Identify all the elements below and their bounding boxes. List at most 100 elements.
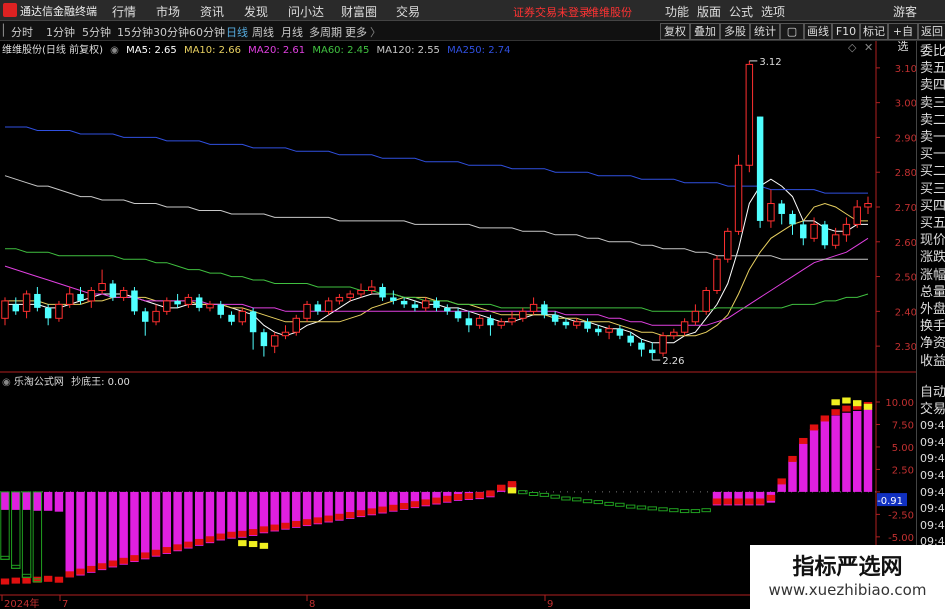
candle-body [281, 331, 290, 337]
sub-bar-green [582, 499, 593, 504]
menu-item-discover[interactable]: 发现 [244, 3, 268, 20]
period-daily[interactable]: 日线 [226, 24, 248, 40]
candle [1, 297, 9, 326]
menu-item-layout[interactable]: 版面 [697, 3, 721, 20]
candle [670, 328, 678, 340]
sub-bar-green [593, 500, 604, 505]
candle-body [217, 304, 224, 315]
sub-bar-magenta [141, 491, 150, 560]
candle [562, 318, 570, 329]
sub-bar-green [701, 508, 711, 513]
period-intraday[interactable]: 分时 [11, 24, 33, 40]
menu-item-market[interactable]: 市场 [156, 3, 180, 20]
menu-item-function[interactable]: 功能 [665, 3, 689, 20]
sub-bar-magenta [184, 491, 193, 549]
candle-body [702, 289, 710, 312]
candle [217, 300, 224, 319]
sub-bar-magenta [33, 491, 42, 511]
watermark-url: www.xuezhibiao.com [768, 581, 927, 599]
candle-body [421, 300, 430, 309]
candle [357, 283, 365, 298]
overlay-button[interactable]: 叠加 [690, 23, 720, 40]
candle [131, 287, 138, 315]
menu-item-news[interactable]: 资讯 [200, 3, 224, 20]
candle-body [163, 300, 171, 312]
trade-login-link[interactable]: 证券交易未登录 [513, 4, 590, 20]
subchart-dropdown-icon[interactable]: ◉ [2, 377, 11, 388]
period-5min[interactable]: 5分钟 [82, 24, 111, 40]
quote-label: 卖二 [920, 112, 945, 128]
sub-y-tick-label: -5.00 [888, 533, 914, 544]
period-60min[interactable]: 60分钟 [189, 24, 225, 40]
sub-y-tick-label: 5.00 [892, 443, 914, 454]
adjust-button[interactable]: 复权 [660, 23, 690, 40]
back-button[interactable]: 返回 [918, 23, 945, 40]
draw-icon-button[interactable]: ▢ [780, 23, 804, 40]
quote-label: 卖一 [920, 130, 945, 145]
sub-bar-green [572, 497, 582, 502]
candle-body [649, 349, 656, 354]
menu-item-quotes[interactable]: 行情 [112, 3, 136, 20]
stats-button[interactable]: 统计 [750, 23, 780, 40]
menu-item-wealth[interactable]: 财富圈 [341, 3, 377, 20]
sub-bar-magenta [43, 491, 53, 511]
sub-bar-magenta [853, 410, 862, 492]
kline-chart: 3.12 2.26 [1, 57, 872, 367]
add-watchlist-button[interactable]: +自选 [888, 23, 918, 53]
candle-body [680, 321, 689, 333]
candle [421, 297, 430, 312]
auto-trade-label: 自动 [920, 385, 945, 400]
quote-label: 卖四 [920, 78, 945, 94]
sub-bar-red [842, 405, 851, 412]
candle [368, 280, 376, 294]
sub-bar-red [723, 498, 732, 505]
menu-item-guest[interactable]: 游客 [893, 3, 917, 20]
candle-body [314, 304, 322, 312]
menu-item-trade[interactable]: 交易 [396, 3, 420, 20]
menu-item-formula[interactable]: 公式 [729, 3, 753, 20]
candle-body [454, 311, 462, 319]
candle-body [1, 300, 9, 319]
period-30min[interactable]: 30分钟 [153, 24, 189, 40]
period-weekly[interactable]: 周线 [252, 24, 274, 40]
period-multi[interactable]: 多周期 [309, 24, 342, 40]
sub-y-tick-label: 10.00 [885, 398, 914, 409]
stock-name-link[interactable]: 维维股份 [588, 4, 632, 20]
sub-bar-magenta [820, 419, 830, 492]
sub-bar-red [734, 498, 743, 505]
menu-item-options[interactable]: 选项 [761, 3, 785, 20]
candle [724, 227, 732, 263]
sub-bar-red [777, 478, 786, 485]
candle [529, 297, 538, 315]
multi-stock-button[interactable]: 多股 [720, 23, 750, 40]
mark-button[interactable]: 标记 [860, 23, 888, 40]
sub-bar-green [615, 502, 625, 507]
candle [324, 297, 333, 315]
candle-body [260, 332, 268, 347]
candle-body [142, 311, 149, 322]
candle [497, 318, 505, 329]
f10-button[interactable]: F10 [832, 23, 860, 40]
more-chevron-icon[interactable]: 〉 [370, 24, 381, 40]
time-label: 09:44 [920, 502, 945, 516]
chart-canvas[interactable]: 3.10 3.00 2.90 2.80 2.70 2.60 2.50 2.40 2.30 10.0… [0, 41, 916, 609]
candle-body [270, 335, 279, 347]
x-tick-label: 2024年 [4, 597, 39, 609]
time-label: 09:44 [920, 419, 945, 433]
period-monthly[interactable]: 月线 [281, 24, 303, 40]
menu-item-ask[interactable]: 问小达 [288, 3, 324, 20]
candle [65, 287, 74, 308]
drawline-button[interactable]: 画线 [804, 23, 832, 40]
candle [789, 210, 796, 235]
sub-bar-red [745, 498, 754, 505]
sub-bar-magenta [54, 491, 64, 512]
sub-bar-magenta [11, 491, 20, 510]
quote-label: 卖三 [920, 95, 945, 111]
period-15min[interactable]: 15分钟 [117, 24, 153, 40]
sub-bar-yellow [842, 397, 851, 404]
period-1min[interactable]: 1分钟 [46, 24, 75, 40]
period-more[interactable]: 更多 [345, 24, 367, 40]
sub-bar-red [313, 517, 323, 524]
sub-bar-red [0, 578, 10, 585]
sub-bar-green [679, 509, 690, 514]
